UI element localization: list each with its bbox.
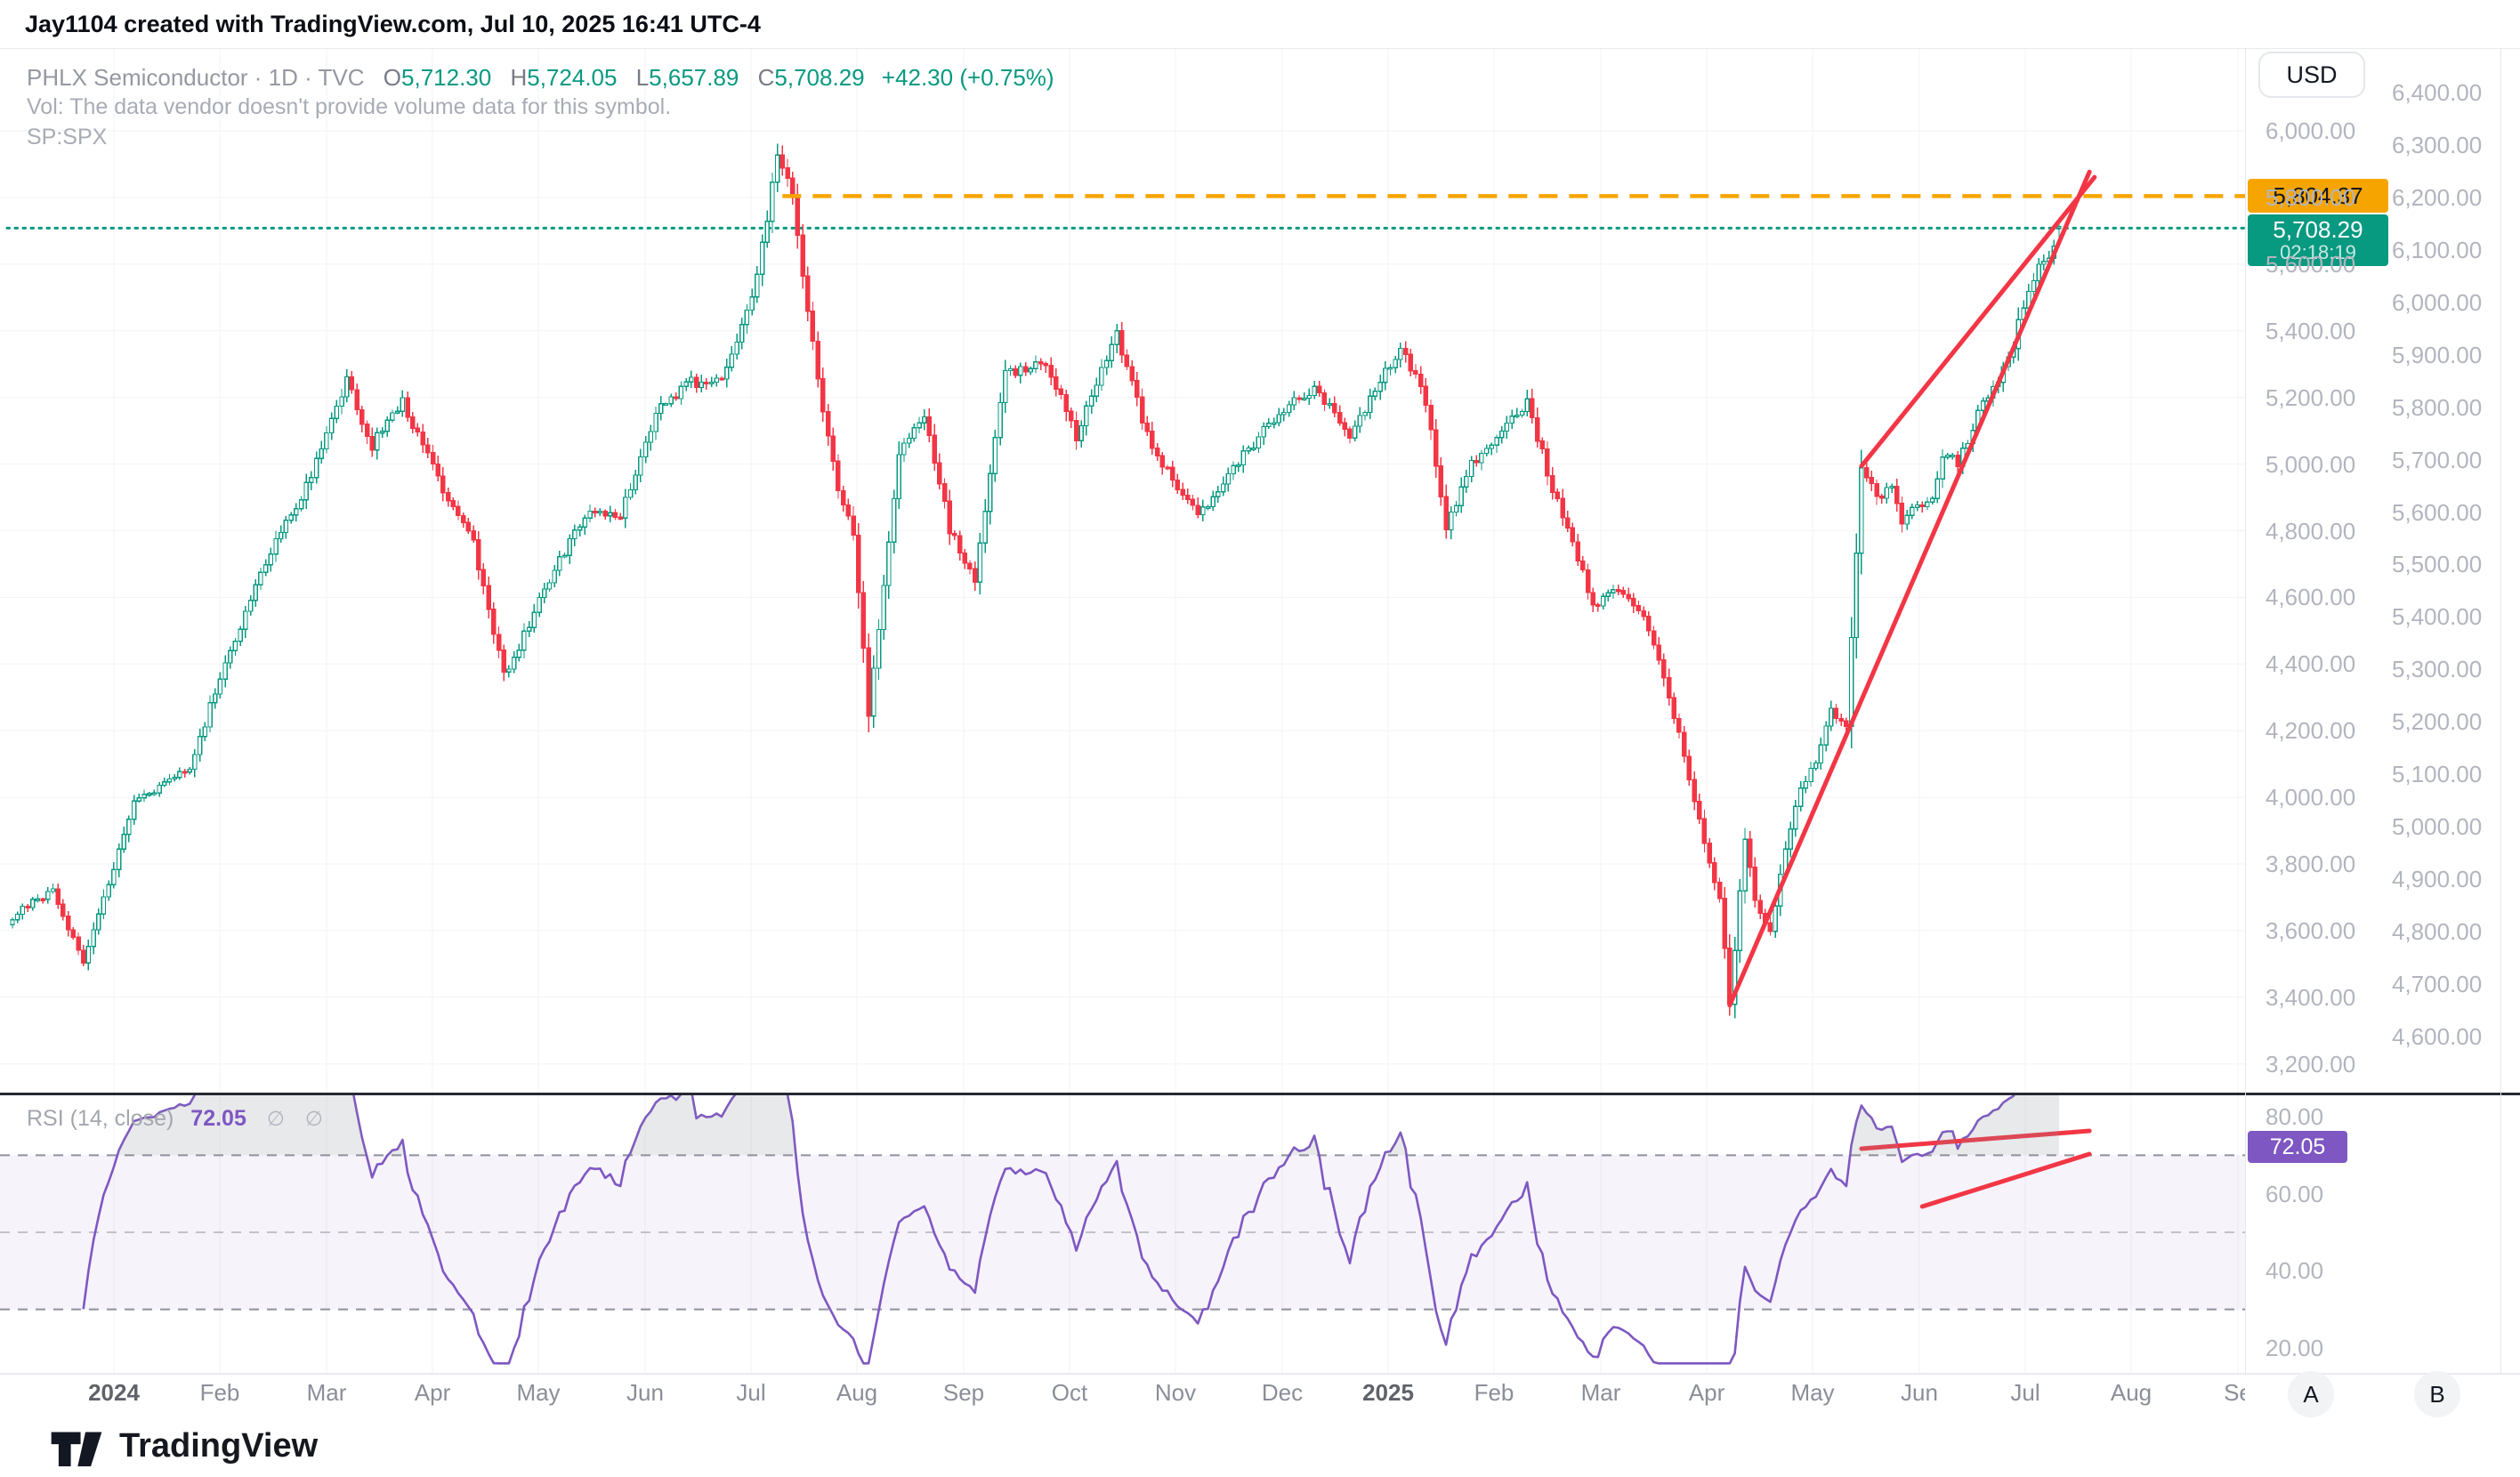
- price-tick-secondary: 5,000.00: [2392, 813, 2482, 841]
- price-tick-secondary: 4,800.00: [2392, 918, 2482, 946]
- time-axis-label: Mar: [1556, 1379, 1645, 1407]
- price-tick-primary: 5,200.00: [2266, 384, 2355, 412]
- price-tick-primary: 3,600.00: [2266, 917, 2355, 945]
- price-tick-secondary: 4,600.00: [2392, 1023, 2482, 1051]
- time-axis-label: Jun: [1875, 1379, 1964, 1407]
- price-tick-primary: 5,400.00: [2266, 318, 2355, 345]
- tradingview-logo-text: TradingView: [119, 1427, 318, 1465]
- time-axis-label: Feb: [175, 1379, 264, 1407]
- time-axis-label: Nov: [1131, 1379, 1220, 1407]
- time-axis-label: Aug: [2087, 1379, 2176, 1407]
- time-axis-label: Apr: [1662, 1379, 1751, 1407]
- price-tick-secondary: 5,200.00: [2392, 708, 2482, 736]
- time-axis-label: Jul: [707, 1379, 796, 1407]
- currency-toggle-button[interactable]: USD: [2258, 52, 2365, 98]
- last-price-value: 5,708.29: [2273, 218, 2362, 242]
- rsi-tick: 60.00: [2266, 1181, 2323, 1208]
- time-axis-label: Sep: [919, 1379, 1008, 1407]
- price-tick-primary: 4,200.00: [2266, 717, 2355, 745]
- price-tick-primary: 4,000.00: [2266, 784, 2355, 811]
- price-tick-secondary: 5,300.00: [2392, 656, 2482, 683]
- price-tick-secondary: 5,500.00: [2392, 551, 2482, 578]
- price-tick-secondary: 4,900.00: [2392, 866, 2482, 893]
- secondary-scale-border: [2500, 48, 2501, 1374]
- price-tick-primary: 4,800.00: [2266, 518, 2355, 545]
- rsi-value-label: 72.05: [2248, 1131, 2347, 1163]
- time-axis-label: Mar: [282, 1379, 371, 1407]
- price-scale-border: [2245, 48, 2246, 1374]
- time-axis-label: 2024: [69, 1379, 158, 1407]
- price-tick-primary: 4,600.00: [2266, 584, 2355, 611]
- time-axis-label: Jun: [601, 1379, 690, 1407]
- low-value: 5,657.89: [649, 64, 739, 91]
- time-axis-label: Feb: [1450, 1379, 1539, 1407]
- time-axis-label: Dec: [1238, 1379, 1327, 1407]
- rsi-tick: 80.00: [2266, 1103, 2323, 1131]
- rsi-title: RSI (14, close): [27, 1106, 174, 1131]
- time-axis-label: Se: [2193, 1379, 2245, 1407]
- close-key: C: [758, 64, 775, 91]
- time-axis-label: Apr: [388, 1379, 477, 1407]
- volume-note: Vol: The data vendor doesn't provide vol…: [27, 94, 671, 120]
- time-axis-label: May: [1768, 1379, 1857, 1407]
- price-tick-secondary: 5,700.00: [2392, 447, 2482, 474]
- price-tick-primary: 3,200.00: [2266, 1051, 2355, 1078]
- price-tick-secondary: 5,400.00: [2392, 603, 2482, 631]
- high-key: H: [510, 64, 527, 91]
- price-tick-secondary: 6,200.00: [2392, 184, 2482, 212]
- header-separator: [0, 48, 2520, 49]
- price-tick-secondary: 5,100.00: [2392, 761, 2482, 788]
- open-value: 5,712.30: [401, 64, 491, 91]
- price-tick-primary: 5,000.00: [2266, 451, 2355, 479]
- time-axis-label: May: [494, 1379, 583, 1407]
- time-axis-label: Aug: [812, 1379, 901, 1407]
- price-tick-primary: 5,800.00: [2266, 184, 2355, 212]
- price-tick-secondary: 4,700.00: [2392, 971, 2482, 998]
- change-value: +42.30 (+0.75%): [882, 64, 1054, 91]
- rsi-indicator-legend[interactable]: RSI (14, close) 72.05 ∅ ∅: [27, 1106, 323, 1132]
- price-tick-secondary: 5,800.00: [2392, 394, 2482, 422]
- tradingview-logo[interactable]: TradingView: [48, 1425, 318, 1466]
- rsi-tick: 20.00: [2266, 1335, 2323, 1362]
- open-key: O: [384, 64, 401, 91]
- price-tick-primary: 5,600.00: [2266, 251, 2355, 278]
- price-tick-primary: 6,000.00: [2266, 117, 2355, 145]
- price-tick-secondary: 6,300.00: [2392, 132, 2482, 159]
- high-value: 5,724.05: [527, 64, 617, 91]
- price-tick-secondary: 6,100.00: [2392, 237, 2482, 264]
- attribution-text: Jay1104 created with TradingView.com, Ju…: [25, 11, 761, 38]
- price-tick-secondary: 5,600.00: [2392, 499, 2482, 527]
- rsi-value: 72.05: [2270, 1134, 2326, 1160]
- tradingview-logo-icon: [48, 1425, 105, 1466]
- time-axis-label: Oct: [1025, 1379, 1114, 1407]
- price-tick-secondary: 6,000.00: [2392, 289, 2482, 317]
- close-value: 5,708.29: [774, 64, 864, 91]
- time-axis-label: 2025: [1344, 1379, 1433, 1407]
- tradingview-chart-window: Jay1104 created with TradingView.com, Ju…: [0, 0, 2520, 1477]
- overlay-symbol-legend[interactable]: SP:SPX: [27, 125, 107, 150]
- price-tick-primary: 4,400.00: [2266, 650, 2355, 678]
- range-point-button-b[interactable]: B: [2414, 1371, 2460, 1417]
- hidden-series-icon[interactable]: ∅: [305, 1107, 323, 1130]
- candlestick-chart[interactable]: [0, 0, 2520, 1477]
- rsi-tick: 40.00: [2266, 1257, 2323, 1285]
- time-axis[interactable]: 2024 Feb Mar Apr May Jun Jul Aug Sep Oct Nov Dec 202…: [0, 1379, 2245, 1415]
- price-tick-primary: 3,400.00: [2266, 984, 2355, 1012]
- price-tick-secondary: 6,400.00: [2392, 79, 2482, 107]
- price-tick-primary: 3,800.00: [2266, 851, 2355, 878]
- time-axis-label: Jul: [1981, 1379, 2070, 1407]
- price-tick-secondary: 5,900.00: [2392, 342, 2482, 369]
- hidden-series-icon[interactable]: ∅: [267, 1107, 285, 1130]
- range-point-button-a[interactable]: A: [2288, 1371, 2334, 1417]
- low-key: L: [636, 64, 649, 91]
- rsi-legend-value: 72.05: [190, 1106, 246, 1131]
- symbol-legend[interactable]: PHLX Semiconductor · 1D · TVC O5,712.30 …: [27, 64, 1054, 92]
- symbol-title: PHLX Semiconductor · 1D · TVC: [27, 64, 365, 91]
